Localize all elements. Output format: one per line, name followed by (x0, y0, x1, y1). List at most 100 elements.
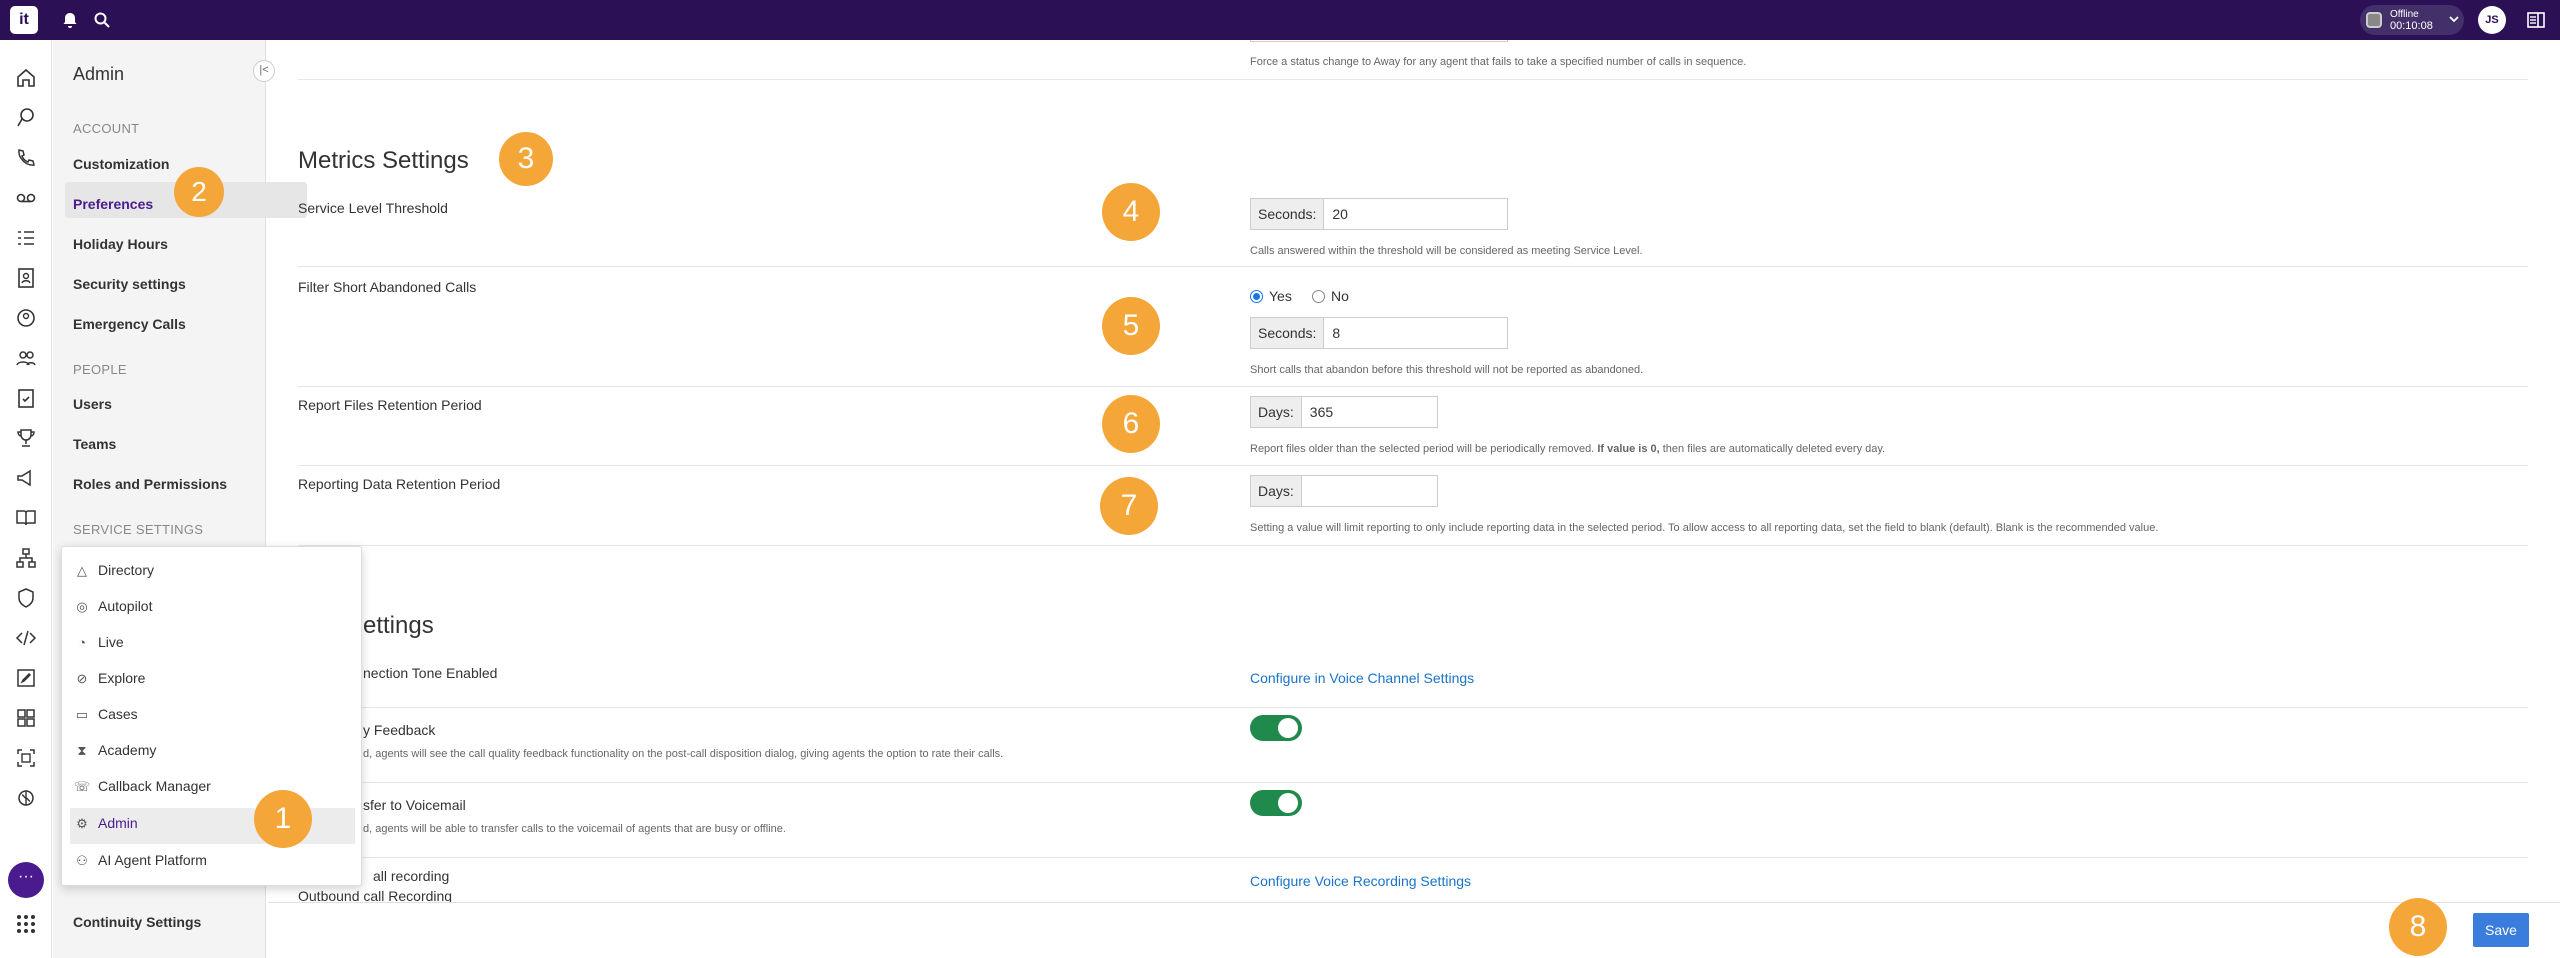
reporting-data-label: Reporting Data Retention Period (298, 476, 501, 492)
status-label: Offline (2390, 9, 2419, 20)
quality-feedback-description: d, agents will see the call quality feed… (363, 748, 1004, 760)
radio-no[interactable]: No (1312, 288, 1349, 304)
collapse-sidebar-button[interactable]: |< (253, 60, 275, 82)
divider (298, 386, 2528, 387)
service-level-label: Service Level Threshold (298, 200, 448, 216)
divider (298, 465, 2528, 466)
input-value[interactable]: 8 (1324, 318, 1507, 348)
filter-short-seconds-input[interactable]: Seconds: 8 (1250, 317, 1508, 349)
team-icon[interactable] (14, 346, 38, 370)
edit-icon[interactable] (14, 666, 38, 690)
bell-icon[interactable] (60, 10, 80, 30)
menu-item-label: Admin (98, 815, 138, 831)
reporting-data-days-input[interactable]: Days: (1250, 475, 1438, 507)
menu-item-directory[interactable]: △ Directory (74, 562, 154, 579)
voice-channel-settings-link[interactable]: Configure in Voice Channel Settings (1250, 670, 1474, 686)
flow-icon[interactable] (14, 546, 38, 570)
section-header-account: ACCOUNT (73, 121, 140, 136)
sidebar-item-customization[interactable]: Customization (73, 156, 169, 172)
home-icon[interactable] (14, 66, 38, 90)
code-icon[interactable] (14, 626, 38, 650)
quality-feedback-toggle[interactable] (1250, 715, 1302, 741)
menu-item-label: Cases (98, 706, 138, 722)
metrics-settings-title: Metrics Settings (298, 147, 469, 174)
voice-recording-settings-link[interactable]: Configure Voice Recording Settings (1250, 873, 1471, 889)
user-circle-icon[interactable] (14, 306, 38, 330)
radio-yes[interactable]: Yes (1250, 288, 1292, 304)
transfer-voicemail-label: sfer to Voicemail (363, 797, 466, 813)
input-value[interactable] (1302, 476, 1437, 506)
voicemail-icon[interactable] (14, 186, 38, 210)
contact-book-icon[interactable] (14, 266, 38, 290)
sidebar-item-roles-permissions[interactable]: Roles and Permissions (73, 476, 227, 492)
divider (298, 266, 2528, 267)
grid-icon[interactable] (14, 706, 38, 730)
sidebar-item-teams[interactable]: Teams (73, 436, 116, 452)
filter-short-label: Filter Short Abandoned Calls (298, 279, 477, 295)
section-header-service-settings: SERVICE SETTINGS (73, 522, 204, 537)
sidebar-item-security-settings[interactable]: Security settings (73, 276, 186, 292)
reporting-data-description: Setting a value will limit reporting to … (1250, 522, 2159, 534)
section-header-people: PEOPLE (73, 362, 127, 377)
annotation-badge-8: 8 (2389, 898, 2447, 956)
away-status-description: Force a status change to Away for any ag… (1250, 56, 1747, 68)
sidebar-title: Admin (73, 64, 125, 84)
report-files-label: Report Files Retention Period (298, 397, 482, 413)
divider (298, 707, 2528, 708)
avatar[interactable]: JS (2478, 6, 2506, 34)
status-timer: 00:10:08 (2390, 20, 2433, 32)
radio-label: Yes (1269, 288, 1292, 304)
transfer-voicemail-description: d, agents will be able to transfer calls… (363, 823, 786, 835)
menu-item-admin[interactable]: ⚙ Admin (74, 815, 138, 832)
book-icon[interactable] (14, 506, 38, 530)
sidebar-item-holiday-hours[interactable]: Holiday Hours (73, 236, 168, 252)
menu-item-autopilot[interactable]: ◎ Autopilot (74, 598, 152, 615)
menu-item-cases[interactable]: ▭ Cases (74, 706, 138, 723)
trophy-icon[interactable] (14, 426, 38, 450)
more-apps-button[interactable]: ··· (8, 862, 44, 898)
menu-item-label: Directory (98, 562, 155, 578)
annotation-badge-2: 2 (174, 167, 224, 217)
sidebar-item-preferences[interactable]: Preferences (73, 196, 153, 212)
panel-menu-icon[interactable] (2526, 10, 2546, 30)
callback-icon: ☏ (74, 779, 91, 794)
call-recording-label: all recording (373, 868, 450, 884)
report-files-days-input[interactable]: Days: 365 (1250, 396, 1438, 428)
menu-item-label: Live (98, 634, 124, 650)
sidebar-item-continuity-settings[interactable]: Continuity Settings (73, 914, 201, 930)
menu-item-academy[interactable]: ⧗ Academy (74, 742, 156, 759)
menu-item-callback-manager[interactable]: ☏ Callback Manager (74, 778, 211, 795)
annotation-badge-4: 4 (1102, 183, 1160, 241)
menu-item-live[interactable]: ◔ Live (74, 634, 124, 650)
agent-status-dropdown[interactable]: Offline 00:10:08 (2360, 5, 2464, 35)
report-files-description: Report files older than the selected per… (1250, 443, 1885, 455)
menu-item-ai-agent-platform[interactable]: ⚇ AI Agent Platform (74, 852, 207, 869)
phone-icon[interactable] (14, 146, 38, 170)
quality-feedback-label: y Feedback (363, 722, 436, 738)
chevron-down-icon (2448, 13, 2460, 25)
sidebar-item-users[interactable]: Users (73, 396, 112, 412)
list-icon[interactable] (14, 226, 38, 250)
ai-brain-icon[interactable] (14, 786, 38, 810)
search-icon[interactable] (92, 10, 112, 30)
app-logo[interactable]: it (10, 6, 38, 34)
megaphone-icon[interactable] (14, 466, 38, 490)
input-value[interactable]: 365 (1302, 397, 1437, 427)
menu-item-label: AI Agent Platform (98, 852, 207, 868)
sidebar-item-emergency-calls[interactable]: Emergency Calls (73, 316, 186, 332)
nav-rail: ··· (0, 40, 52, 958)
apps-grid-icon[interactable] (14, 912, 38, 936)
input-value[interactable]: 20 (1324, 199, 1507, 229)
scan-icon[interactable] (14, 746, 38, 770)
save-button[interactable]: Save (2473, 913, 2529, 947)
shield-icon[interactable] (14, 586, 38, 610)
transfer-voicemail-toggle[interactable] (1250, 790, 1302, 816)
menu-item-explore[interactable]: ⊘ Explore (74, 670, 146, 687)
chat-icon[interactable] (14, 106, 38, 130)
annotation-badge-3: 3 (499, 132, 553, 186)
divider (298, 545, 2528, 546)
service-level-description: Calls answered within the threshold will… (1250, 245, 1643, 257)
service-level-input[interactable]: Seconds: 20 (1250, 198, 1508, 230)
clipboard-icon[interactable] (14, 386, 38, 410)
toggle-knob (1278, 718, 1298, 738)
